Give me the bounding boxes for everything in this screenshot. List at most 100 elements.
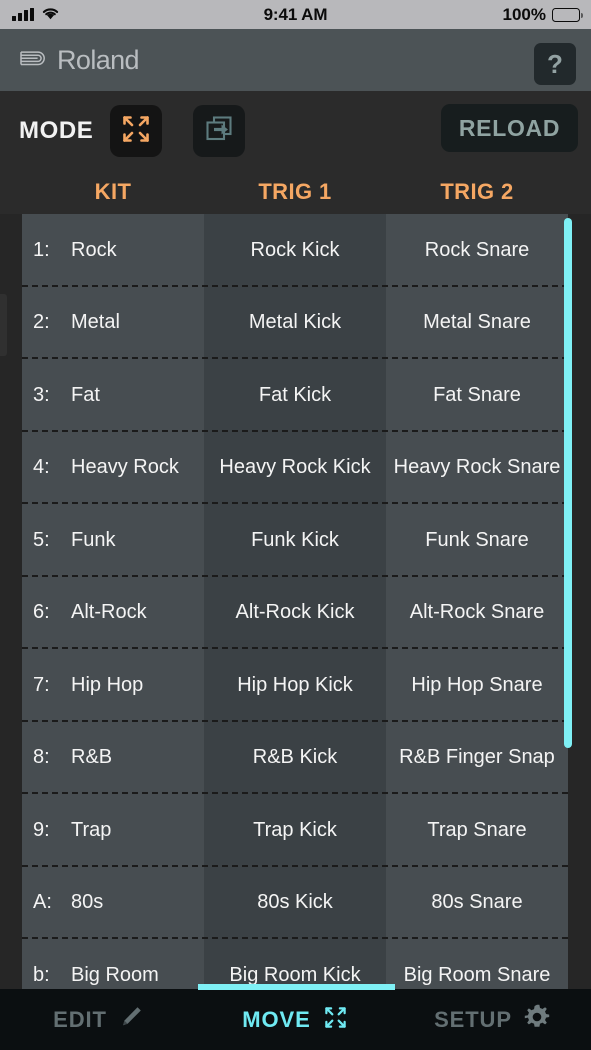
row-index: 3:	[33, 383, 50, 406]
gear-icon	[523, 1003, 551, 1036]
mode-label: MODE	[19, 117, 94, 144]
cell-trig1[interactable]: R&B Kick	[204, 721, 386, 794]
kit-list-table[interactable]: 1: Rock Rock Kick Rock Snare 2: Metal Metal Ki…	[0, 214, 591, 989]
cell-kit[interactable]: 2: Metal	[22, 286, 204, 359]
cell-kit[interactable]: 5: Funk	[22, 504, 204, 577]
kit-name: Metal	[71, 311, 120, 334]
cell-trig1[interactable]: 80s Kick	[204, 866, 386, 939]
cell-trig1[interactable]: Alt-Rock Kick	[204, 576, 386, 649]
battery-percent-label: 100%	[502, 4, 546, 24]
brand-bar: Roland ?	[0, 29, 591, 91]
vertical-scrollbar-thumb[interactable]	[564, 218, 572, 748]
column-header-kit: KIT	[94, 178, 132, 204]
cell-kit[interactable]: A: 80s	[22, 866, 204, 939]
cell-trig2[interactable]: Fat Snare	[386, 359, 568, 432]
copy-duplicate-icon	[203, 113, 235, 150]
table-row[interactable]: 5: Funk Funk Kick Funk Snare	[22, 504, 568, 577]
vertical-scrollbar[interactable]	[564, 214, 572, 989]
nav-setup-label: SETUP	[434, 1006, 512, 1032]
table-row[interactable]: b: Big Room Big Room Kick Big Room Snare	[22, 939, 568, 989]
table-row[interactable]: 3: Fat Fat Kick Fat Snare	[22, 359, 568, 432]
roland-wordmark: Roland	[57, 44, 140, 75]
kit-name: Rock	[71, 238, 117, 261]
row-index: 6:	[33, 601, 50, 624]
cell-trig2[interactable]: Big Room Snare	[386, 939, 568, 989]
question-mark-icon: ?	[547, 49, 563, 79]
cell-trig2[interactable]: Trap Snare	[386, 794, 568, 867]
bottom-navigation-bar: EDIT MOVE SETUP	[0, 984, 591, 1050]
column-header-trig2: TRIG 2	[440, 178, 514, 204]
row-index: 8:	[33, 746, 50, 769]
cell-trig2[interactable]: Heavy Rock Snare	[386, 431, 568, 504]
cell-trig2[interactable]: R&B Finger Snap	[386, 721, 568, 794]
cell-kit[interactable]: 3: Fat	[22, 359, 204, 432]
mode-move-button[interactable]	[110, 105, 162, 157]
cell-trig1[interactable]: Rock Kick	[204, 214, 386, 287]
cell-trig1[interactable]: Trap Kick	[204, 794, 386, 867]
cell-trig2[interactable]: 80s Snare	[386, 866, 568, 939]
cell-trig1[interactable]: Heavy Rock Kick	[204, 431, 386, 504]
table-row[interactable]: 2: Metal Metal Kick Metal Snare	[22, 286, 568, 359]
kit-name: Big Room	[71, 963, 159, 986]
row-index: 7:	[33, 673, 50, 696]
status-bar-right: 100%	[502, 0, 583, 29]
roland-logo-mark	[18, 46, 52, 75]
cell-kit[interactable]: 7: Hip Hop	[22, 649, 204, 722]
cell-trig1[interactable]: Hip Hop Kick	[204, 649, 386, 722]
status-bar: 9:41 AM 100%	[0, 0, 591, 29]
nav-edit[interactable]: EDIT	[0, 989, 197, 1050]
cell-kit[interactable]: b: Big Room	[22, 939, 204, 989]
kit-name: R&B	[71, 746, 113, 769]
nav-move-label: MOVE	[242, 1006, 311, 1032]
kit-name: Funk	[71, 528, 116, 551]
cell-kit[interactable]: 6: Alt-Rock	[22, 576, 204, 649]
row-index: 9:	[33, 818, 50, 841]
cell-kit[interactable]: 4: Heavy Rock	[22, 431, 204, 504]
row-index: A:	[33, 891, 52, 914]
cell-trig2[interactable]: Hip Hop Snare	[386, 649, 568, 722]
cell-trig2[interactable]: Funk Snare	[386, 504, 568, 577]
cell-kit[interactable]: 9: Trap	[22, 794, 204, 867]
reload-button[interactable]: RELOAD	[441, 104, 578, 152]
cell-trig2[interactable]: Rock Snare	[386, 214, 568, 287]
table-row[interactable]: 7: Hip Hop Hip Hop Kick Hip Hop Snare	[22, 649, 568, 722]
kit-name: Alt-Rock	[71, 601, 147, 624]
row-index: 4:	[33, 456, 50, 479]
expand-arrows-icon	[322, 1004, 349, 1036]
kit-name: Hip Hop	[71, 673, 144, 696]
cell-trig1[interactable]: Funk Kick	[204, 504, 386, 577]
row-drag-handle[interactable]	[0, 294, 7, 356]
table-row[interactable]: 6: Alt-Rock Alt-Rock Kick Alt-Rock Snare	[22, 576, 568, 649]
column-header-trig1: TRIG 1	[258, 178, 332, 204]
cell-trig1[interactable]: Metal Kick	[204, 286, 386, 359]
row-index: 1:	[33, 238, 50, 261]
row-index: b:	[33, 963, 50, 986]
nav-setup[interactable]: SETUP	[394, 989, 591, 1050]
table-row[interactable]: 4: Heavy Rock Heavy Rock Kick Heavy Rock Sn…	[22, 431, 568, 504]
kit-name: Trap	[71, 818, 112, 841]
cell-kit[interactable]: 8: R&B	[22, 721, 204, 794]
battery-full-icon	[552, 7, 583, 22]
pencil-icon	[118, 1004, 144, 1035]
cell-kit[interactable]: 1: Rock	[22, 214, 204, 287]
table-row[interactable]: 9: Trap Trap Kick Trap Snare	[22, 794, 568, 867]
row-index: 5:	[33, 528, 50, 551]
column-headers: KIT TRIG 1 TRIG 2	[0, 169, 591, 214]
table-row[interactable]: 8: R&B R&B Kick R&B Finger Snap	[22, 721, 568, 794]
row-index: 2:	[33, 311, 50, 334]
cell-trig2[interactable]: Alt-Rock Snare	[386, 576, 568, 649]
expand-arrows-icon	[119, 112, 153, 151]
mode-copy-button[interactable]	[193, 105, 245, 157]
nav-move[interactable]: MOVE	[197, 989, 394, 1050]
roland-logo: Roland	[18, 29, 140, 91]
cell-trig2[interactable]: Metal Snare	[386, 286, 568, 359]
mode-bar: MODE RELOAD	[0, 91, 591, 169]
table-row[interactable]: A: 80s 80s Kick 80s Snare	[22, 866, 568, 939]
kit-name: Fat	[71, 383, 100, 406]
kit-name: Heavy Rock	[71, 456, 179, 479]
help-button[interactable]: ?	[534, 43, 576, 85]
table-row[interactable]: 1: Rock Rock Kick Rock Snare	[22, 214, 568, 287]
cell-trig1[interactable]: Fat Kick	[204, 359, 386, 432]
kit-list-rows: 1: Rock Rock Kick Rock Snare 2: Metal Metal Ki…	[22, 214, 568, 989]
cell-trig1[interactable]: Big Room Kick	[204, 939, 386, 989]
